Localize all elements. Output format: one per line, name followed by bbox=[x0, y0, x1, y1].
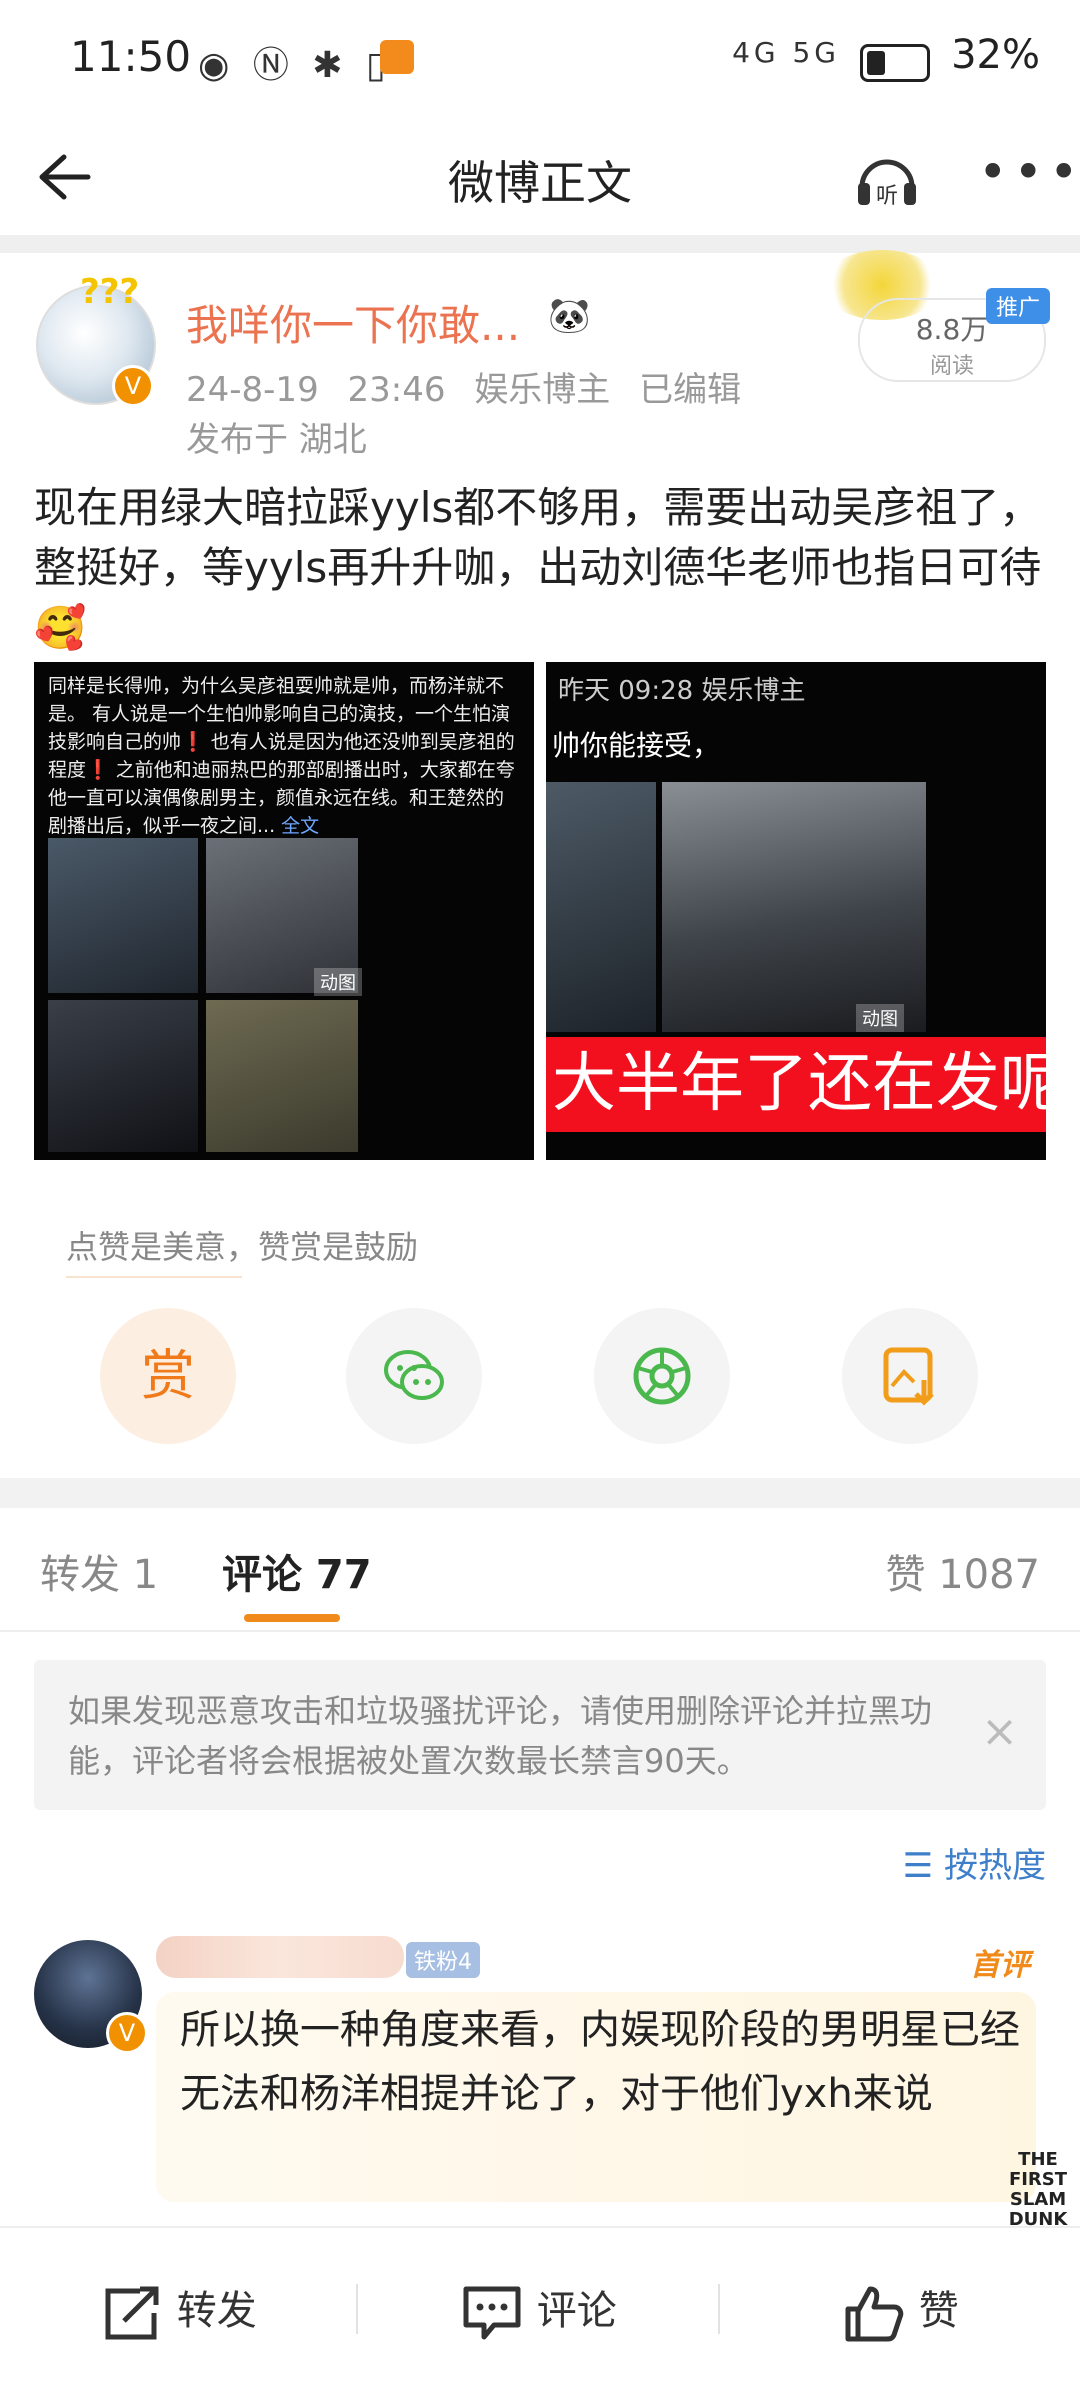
separator bbox=[718, 2284, 720, 2334]
status-time: 11:50 bbox=[70, 32, 192, 81]
moments-share-button[interactable] bbox=[594, 1308, 730, 1444]
separator bbox=[356, 2284, 358, 2334]
comment-sticker: THE FIRST SLAM DUNK bbox=[1008, 2149, 1068, 2230]
like-button[interactable]: 赞 bbox=[842, 2278, 959, 2343]
post-image-1[interactable]: 同样是长得帅，为什么吴彦祖耍帅就是帅，而杨洋就不是。 有人说是一个生怕帅影响自己… bbox=[34, 662, 534, 1160]
first-comment-badge: 首评 bbox=[970, 1948, 1030, 1983]
promo-badge: 推广 bbox=[986, 288, 1051, 324]
top-nav: 微博正文 听 ••• bbox=[0, 125, 1080, 235]
reward-button[interactable]: 赏 bbox=[100, 1308, 236, 1444]
author-role: 娱乐博主 bbox=[474, 370, 611, 410]
post-text: 现在用绿大暗拉踩yyls都不够用，需要出动吴彦祖了，整挺好，等yyls再升升咖，… bbox=[34, 483, 1042, 652]
comment-text: 所以换一种角度来看，内娱现阶段的男明星已经无法和杨洋相提并论了，对于他们yxh来… bbox=[180, 2007, 1020, 2117]
post-image-2[interactable]: 昨天 09:28 娱乐博主 帅你能接受， 动图 大半年了还在发呢 bbox=[546, 662, 1046, 1160]
battery-icon bbox=[860, 44, 930, 82]
svg-text:听: 听 bbox=[876, 184, 898, 209]
back-arrow-icon[interactable] bbox=[30, 145, 94, 209]
save-image-icon bbox=[883, 1347, 934, 1406]
notice-text: 如果发现恶意攻击和垃圾骚扰评论，请使用删除评论并拉黑功能，评论者将会根据被处置次… bbox=[68, 1692, 933, 1780]
tab-repost[interactable]: 转发 1 bbox=[40, 1542, 158, 1600]
animated-tag: 动图 bbox=[314, 968, 362, 996]
author-name[interactable]: 我咩你一下你敢... bbox=[186, 292, 520, 353]
avatar-decoration: ??? bbox=[80, 272, 140, 312]
sort-icon: ☰ bbox=[902, 1846, 944, 1886]
animated-tag: 动图 bbox=[856, 1004, 904, 1032]
hint-underline bbox=[66, 1276, 242, 1278]
image-banner-text: 大半年了还在发呢 bbox=[546, 1037, 1046, 1132]
commenter-name-blurred[interactable] bbox=[156, 1936, 404, 1978]
wechat-share-button[interactable] bbox=[346, 1308, 482, 1444]
tab-likes[interactable]: 赞 1087 bbox=[885, 1542, 1040, 1600]
app-notification-icon bbox=[380, 40, 414, 74]
thumbs-up-icon bbox=[845, 2286, 904, 2342]
moderation-notice: 如果发现恶意攻击和垃圾骚扰评论，请使用删除评论并拉黑功能，评论者将会根据被处置次… bbox=[34, 1660, 1046, 1810]
post-location: 发布于 湖北 bbox=[186, 420, 367, 460]
active-tab-indicator bbox=[244, 1614, 340, 1622]
comment-label: 评论 bbox=[536, 2288, 617, 2334]
like-label: 赞 bbox=[918, 2288, 959, 2334]
bottom-action-bar: 转发 评论 赞 bbox=[0, 2226, 1080, 2384]
reward-hint: 点赞是美意，赞赏是鼓励 bbox=[66, 1228, 419, 1266]
network-indicator: 4G 5G bbox=[732, 36, 840, 69]
close-icon[interactable]: × bbox=[981, 1706, 1018, 1757]
comment-icon bbox=[463, 2286, 521, 2340]
post-meta: 24-8-19 23:46 娱乐博主 已编辑 bbox=[186, 362, 741, 411]
save-image-button[interactable] bbox=[842, 1308, 978, 1444]
status-bar: 11:50 ◉ Ⓝ ✱ ▯ 4G 5G 32% bbox=[0, 0, 1080, 125]
tab-comments[interactable]: 评论 77 bbox=[222, 1542, 372, 1600]
sort-by-hot-button[interactable]: ☰ 按热度 bbox=[903, 1838, 1046, 1887]
read-label: 阅读 bbox=[929, 354, 974, 379]
section-divider bbox=[0, 1478, 1080, 1508]
verified-badge-icon: V bbox=[106, 2012, 148, 2054]
post-date: 24-8-19 23:46 bbox=[186, 370, 446, 410]
comment-button[interactable]: 评论 bbox=[460, 2278, 617, 2343]
repost-button[interactable]: 转发 bbox=[100, 2278, 257, 2343]
verified-badge-icon: V bbox=[112, 365, 154, 407]
edited-label: 已编辑 bbox=[639, 370, 742, 410]
repost-icon bbox=[105, 2286, 159, 2340]
listen-icon[interactable]: 听 bbox=[850, 143, 924, 217]
tabs-divider bbox=[0, 1630, 1080, 1632]
status-icons: ◉ Ⓝ ✱ ▯ bbox=[198, 45, 392, 86]
battery-percent: 32% bbox=[951, 32, 1040, 78]
author-badges: 🐼 bbox=[548, 296, 591, 336]
repost-label: 转发 bbox=[176, 2288, 257, 2334]
image-header: 昨天 09:28 娱乐博主 bbox=[558, 676, 806, 706]
section-divider bbox=[0, 235, 1080, 253]
image-subtitle: 帅你能接受， bbox=[552, 729, 721, 762]
more-options-icon[interactable]: ••• bbox=[978, 147, 1080, 197]
image-caption: 同样是长得帅，为什么吴彦祖耍帅就是帅，而杨洋就不是。 有人说是一个生怕帅影响自己… bbox=[48, 675, 515, 837]
fan-level-badge: 铁粉4 bbox=[406, 1942, 480, 1978]
sort-label: 按热度 bbox=[944, 1846, 1046, 1886]
wechat-icon bbox=[384, 1350, 444, 1400]
moments-icon bbox=[633, 1347, 691, 1405]
